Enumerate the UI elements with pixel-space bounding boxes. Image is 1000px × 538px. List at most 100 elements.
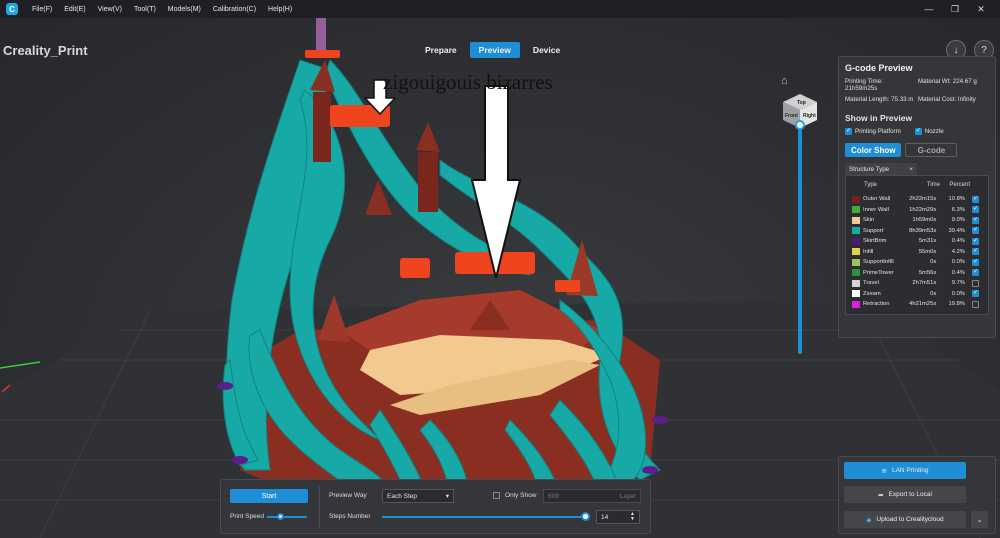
structure-type-label: Structure Type (849, 165, 890, 173)
steps-slider-handle[interactable] (581, 512, 590, 521)
start-button[interactable]: Start (230, 489, 308, 503)
row-checkbox[interactable]: ✓ (965, 258, 986, 266)
color-swatch (852, 300, 860, 308)
checkbox-icon[interactable]: ✓ (971, 237, 979, 245)
row-type: Infill (848, 248, 904, 256)
view-cube-top-label: Top (797, 100, 806, 106)
tab-preview[interactable]: Preview (469, 42, 520, 58)
structure-type-tab[interactable]: Structure Type × (845, 163, 917, 175)
layer-input[interactable]: 609 Layer (543, 489, 641, 503)
checkbox-icon[interactable] (971, 279, 979, 287)
layer-slider-handle[interactable] (795, 120, 805, 130)
steps-input[interactable]: 14 ▲ ▼ (596, 510, 640, 524)
table-row: SupportInfill 0s 0.0% ✓ (848, 257, 986, 268)
only-show-checkbox[interactable] (493, 492, 500, 499)
preview-way-label: Preview Way (329, 492, 367, 499)
row-percent: 9.0% (951, 217, 965, 224)
row-percent: 10.8% (948, 196, 965, 203)
row-time: 1h22m29s (909, 206, 937, 213)
view-cube-front-label: Front (785, 113, 798, 119)
row-checkbox[interactable] (965, 279, 986, 287)
row-checkbox[interactable]: ✓ (965, 248, 986, 256)
close-icon[interactable]: × (909, 166, 913, 173)
row-checkbox[interactable]: ✓ (965, 227, 986, 235)
chevron-down-icon[interactable]: ⌄ (971, 511, 988, 528)
window-controls: — ❐ ✕ (916, 0, 994, 18)
steps-slider[interactable] (382, 516, 586, 518)
row-percent: 9.7% (951, 280, 965, 287)
printing-platform-toggle[interactable]: ✓ Printing Platform (845, 128, 901, 135)
row-percent: 6.3% (951, 206, 965, 213)
upload-cloud-label: Upload to Crealitycloud (876, 516, 944, 523)
checkbox-icon[interactable]: ✓ (914, 128, 922, 135)
header-percent: Percent (949, 182, 970, 188)
row-type: Retraction (848, 300, 904, 308)
nozzle-label: Nozzle (924, 128, 944, 135)
checkbox-icon[interactable]: ✓ (971, 227, 979, 235)
upload-cloud-button[interactable]: ◆ Upload to Crealitycloud (844, 511, 966, 528)
row-time: 0s (930, 290, 937, 297)
preview-way-select[interactable]: Each Step ▾ (382, 489, 454, 503)
color-show-button[interactable]: Color Show (845, 143, 902, 157)
home-icon[interactable]: ⌂ (781, 75, 788, 87)
menu-tool[interactable]: Tool(T) (128, 6, 162, 13)
menu-help[interactable]: Help(H) (262, 6, 298, 13)
menu-calibration[interactable]: Calibration(C) (207, 6, 262, 13)
color-swatch (852, 237, 860, 245)
menu-view[interactable]: View(V) (92, 6, 128, 13)
nozzle-toggle[interactable]: ✓ Nozzle (914, 128, 944, 135)
row-checkbox[interactable]: ✓ (965, 206, 986, 214)
checkbox-icon[interactable]: ✓ (971, 206, 979, 214)
minimize-button[interactable]: — (916, 4, 942, 14)
checkbox-icon[interactable]: ✓ (971, 248, 979, 256)
row-checkbox[interactable]: ✓ (965, 237, 986, 245)
tab-device[interactable]: Device (524, 42, 569, 58)
table-row: Retraction 4h21m25s 19.8% (848, 299, 986, 310)
checkbox-icon[interactable]: ✓ (971, 269, 979, 277)
structure-table-header: Type Time Percent (848, 179, 986, 191)
row-time: 5m31s (918, 238, 937, 245)
print-speed-handle[interactable] (277, 513, 284, 520)
checkbox-icon[interactable]: ✓ (971, 258, 979, 266)
close-button[interactable]: ✕ (968, 4, 994, 15)
tab-prepare[interactable]: Prepare (416, 42, 466, 58)
table-row: Outer Wall 2h22m15s 10.8% ✓ (848, 194, 986, 205)
printing-platform-label: Printing Platform (855, 128, 901, 135)
steps-number-label: Steps Number (329, 513, 371, 520)
row-time: 55m0s (918, 248, 937, 255)
stepper-icon[interactable]: ▲ ▼ (630, 512, 635, 522)
checkbox-icon[interactable] (971, 300, 979, 308)
checkbox-icon[interactable]: ✓ (971, 290, 979, 298)
app-logo-icon: C (6, 3, 18, 15)
row-checkbox[interactable] (965, 300, 986, 308)
color-swatch (852, 216, 860, 224)
export-local-button[interactable]: ➦ Export to Local (844, 486, 966, 503)
row-name: SupportInfill (863, 259, 894, 266)
gcode-button[interactable]: G-code (905, 143, 958, 157)
print-speed-label: Print Speed (230, 513, 264, 520)
row-time: 8h39m53s (909, 227, 937, 234)
row-percent: 39.4% (948, 227, 965, 234)
table-row: Travel 2h7m51s 9.7% (848, 278, 986, 289)
checkbox-icon[interactable]: ✓ (971, 216, 979, 224)
nozzle (316, 18, 326, 52)
checkbox-icon[interactable]: ✓ (971, 195, 979, 203)
row-checkbox[interactable]: ✓ (965, 290, 986, 298)
row-time: 0s (930, 259, 937, 266)
layer-slider-track[interactable] (798, 124, 802, 354)
maximize-button[interactable]: ❐ (942, 4, 968, 15)
row-percent: 0.0% (951, 259, 965, 266)
caret-down-icon: ▾ (445, 493, 449, 500)
menu-models[interactable]: Models(M) (162, 6, 207, 13)
row-checkbox[interactable]: ✓ (965, 269, 986, 277)
checkbox-icon[interactable]: ✓ (845, 128, 852, 135)
lan-printing-button[interactable]: ≋ LAN Printing (844, 462, 966, 479)
row-checkbox[interactable]: ✓ (965, 216, 986, 224)
gcode-preview-panel: G-code Preview Printing Time: 21h59m25s … (838, 56, 996, 338)
menu-edit[interactable]: Edit(E) (58, 6, 91, 13)
print-speed-slider[interactable] (267, 516, 307, 518)
row-checkbox[interactable]: ✓ (965, 195, 986, 203)
menu-file[interactable]: File(F) (26, 6, 58, 13)
table-row: Zseam 0s 0.0% ✓ (848, 289, 986, 300)
row-name: Zseam (863, 290, 881, 297)
